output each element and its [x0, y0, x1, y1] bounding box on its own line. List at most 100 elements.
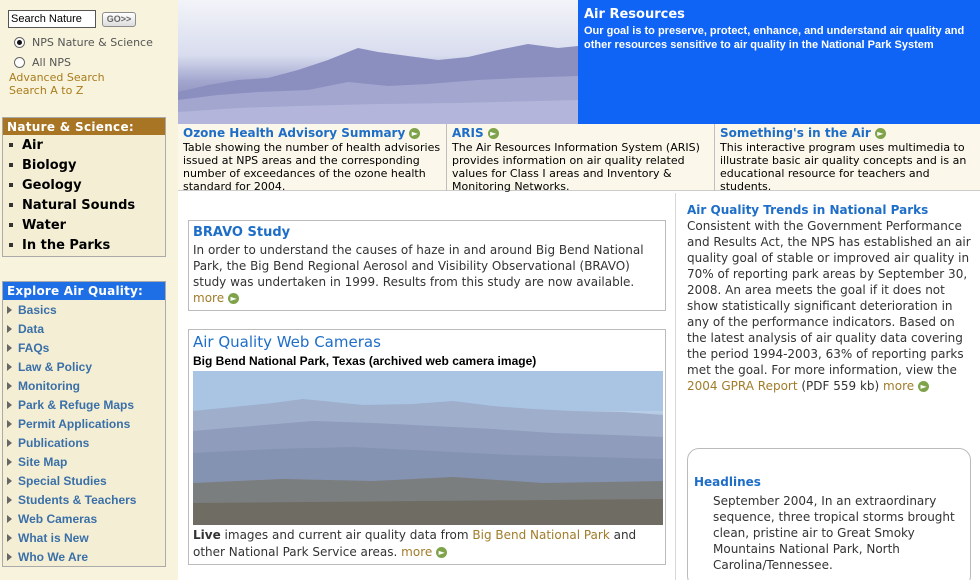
- radio-selected-icon[interactable]: [14, 37, 25, 48]
- explore-item-law-policy[interactable]: Law & Policy: [3, 357, 165, 376]
- nav-item-air[interactable]: Air: [3, 135, 165, 155]
- bravo-text: In order to understand the causes of haz…: [193, 243, 644, 289]
- bullet-icon: [9, 183, 13, 187]
- nav-item-geology[interactable]: Geology: [3, 175, 165, 195]
- gpra-report-link[interactable]: 2004 GPRA Report: [687, 379, 798, 393]
- search-input[interactable]: [8, 10, 96, 28]
- explore-item-label: Monitoring: [18, 378, 80, 393]
- explore-item-label: What is New: [18, 530, 89, 545]
- feature-aris-link[interactable]: ARIS ►: [452, 126, 709, 140]
- banner-mountain-photo: [178, 0, 578, 124]
- bullet-icon: [9, 143, 13, 147]
- nav-item-label: Geology: [22, 177, 82, 193]
- nav-item-label: In the Parks: [22, 237, 111, 253]
- trends-text: Consistent with the Government Performan…: [687, 219, 971, 377]
- explore-item-whats-new[interactable]: What is New: [3, 528, 165, 547]
- scope-nature-option[interactable]: NPS Nature & Science: [14, 36, 153, 49]
- explore-item-monitoring[interactable]: Monitoring: [3, 376, 165, 395]
- big-bend-image: [193, 371, 663, 525]
- feature-aris-desc: The Air Resources Information System (AR…: [452, 141, 700, 193]
- arrow-right-icon[interactable]: ►: [228, 293, 240, 304]
- nav-item-label: Air: [22, 137, 43, 153]
- explore-item-special-studies[interactable]: Special Studies: [3, 471, 165, 490]
- explore-item-permits[interactable]: Permit Applications: [3, 414, 165, 433]
- explore-item-label: Web Cameras: [18, 511, 98, 526]
- trends-title[interactable]: Air Quality Trends in National Parks: [687, 203, 928, 217]
- feature-something-in-air: Something's in the Air ► This interactive…: [714, 124, 980, 193]
- web-cameras-box: Air Quality Web Cameras Big Bend Nationa…: [188, 329, 666, 565]
- explore-item-site-map[interactable]: Site Map: [3, 452, 165, 471]
- mountain-image: [178, 44, 578, 124]
- bullet-icon: [9, 163, 13, 167]
- triangle-right-icon: [7, 381, 12, 390]
- arrow-right-icon[interactable]: ►: [874, 127, 886, 139]
- banner-subtitle: Our goal is to preserve, protect, enhanc…: [584, 25, 965, 51]
- triangle-right-icon: [7, 400, 12, 409]
- nature-science-nav: Nature & Science: Air Biology Geology Na…: [2, 117, 166, 257]
- triangle-right-icon: [7, 514, 12, 523]
- explore-air-quality-nav: Explore Air Quality: Basics Data FAQs La…: [2, 281, 166, 567]
- headlines-text: September 2004, In an extraordinary sequ…: [713, 494, 955, 572]
- webcam-photo[interactable]: [193, 371, 663, 525]
- page: GO>> NPS Nature & Science All NPS Advanc…: [0, 0, 980, 580]
- bravo-more-link[interactable]: more: [193, 291, 224, 305]
- search-row: GO>>: [8, 10, 136, 28]
- explore-item-faqs[interactable]: FAQs: [3, 338, 165, 357]
- radio-unselected-icon[interactable]: [14, 57, 25, 68]
- feature-something-title[interactable]: Something's in the Air: [720, 126, 871, 140]
- arrow-right-icon[interactable]: ►: [436, 547, 448, 558]
- explore-item-maps[interactable]: Park & Refuge Maps: [3, 395, 165, 414]
- explore-item-data[interactable]: Data: [3, 319, 165, 338]
- bravo-text-block: In order to understand the causes of haz…: [193, 242, 661, 306]
- advanced-search-link[interactable]: Advanced Search: [9, 71, 105, 84]
- triangle-right-icon: [7, 343, 12, 352]
- arrow-right-icon[interactable]: ►: [487, 127, 499, 139]
- explore-item-web-cameras[interactable]: Web Cameras: [3, 509, 165, 528]
- feature-ozone-title[interactable]: Ozone Health Advisory Summary: [183, 126, 405, 140]
- triangle-right-icon: [7, 419, 12, 428]
- explore-item-students[interactable]: Students & Teachers: [3, 490, 165, 509]
- trends-more-link[interactable]: more: [883, 379, 914, 393]
- explore-item-who-we-are[interactable]: Who We Are: [3, 547, 165, 566]
- explore-item-label: Park & Refuge Maps: [18, 397, 135, 412]
- feature-ozone: Ozone Health Advisory Summary ► Table sho…: [178, 124, 446, 193]
- triangle-right-icon: [7, 476, 12, 485]
- right-column: Air Quality Trends in National Parks Con…: [675, 193, 980, 580]
- feature-strip: Ozone Health Advisory Summary ► Table sho…: [178, 124, 980, 193]
- bullet-icon: [9, 243, 13, 247]
- triangle-right-icon: [7, 533, 12, 542]
- triangle-right-icon: [7, 324, 12, 333]
- bullet-icon: [9, 223, 13, 227]
- nav-item-natural-sounds[interactable]: Natural Sounds: [3, 195, 165, 215]
- nav-item-label: Biology: [22, 157, 77, 173]
- webcam-more-link[interactable]: more: [401, 545, 432, 559]
- go-button[interactable]: GO>>: [102, 11, 136, 27]
- scope-all-option[interactable]: All NPS: [14, 56, 71, 69]
- explore-item-label: Basics: [18, 302, 57, 317]
- feature-something-link[interactable]: Something's in the Air ►: [720, 126, 975, 140]
- big-bend-link[interactable]: Big Bend National Park: [472, 528, 609, 542]
- arrow-right-icon[interactable]: ►: [918, 381, 930, 392]
- bullet-icon: [9, 203, 13, 207]
- scope-nature-label: NPS Nature & Science: [32, 36, 153, 49]
- search-a-to-z-link[interactable]: Search A to Z: [9, 84, 83, 97]
- feature-ozone-link[interactable]: Ozone Health Advisory Summary ►: [183, 126, 441, 140]
- explore-item-label: Law & Policy: [18, 359, 93, 374]
- explore-item-label: Special Studies: [18, 473, 107, 488]
- nav-item-water[interactable]: Water: [3, 215, 165, 235]
- explore-item-label: Who We Are: [18, 549, 89, 564]
- arrow-right-icon[interactable]: ►: [409, 127, 421, 139]
- nav-item-biology[interactable]: Biology: [3, 155, 165, 175]
- nav-item-label: Water: [22, 217, 67, 233]
- webcam-title[interactable]: Air Quality Web Cameras: [193, 333, 661, 351]
- explore-item-publications[interactable]: Publications: [3, 433, 165, 452]
- bravo-title[interactable]: BRAVO Study: [193, 225, 661, 240]
- nature-nav-heading: Nature & Science:: [3, 118, 165, 135]
- nav-item-in-the-parks[interactable]: In the Parks: [3, 235, 165, 255]
- webcam-caption: Big Bend National Park, Texas (archived …: [193, 354, 537, 368]
- explore-item-basics[interactable]: Basics: [3, 300, 165, 319]
- feature-aris-title[interactable]: ARIS: [452, 126, 484, 140]
- webcam-live-label: Live: [193, 528, 221, 542]
- explore-item-label: Site Map: [18, 454, 68, 469]
- banner-title-panel: Air Resources Our goal is to preserve, p…: [578, 0, 980, 124]
